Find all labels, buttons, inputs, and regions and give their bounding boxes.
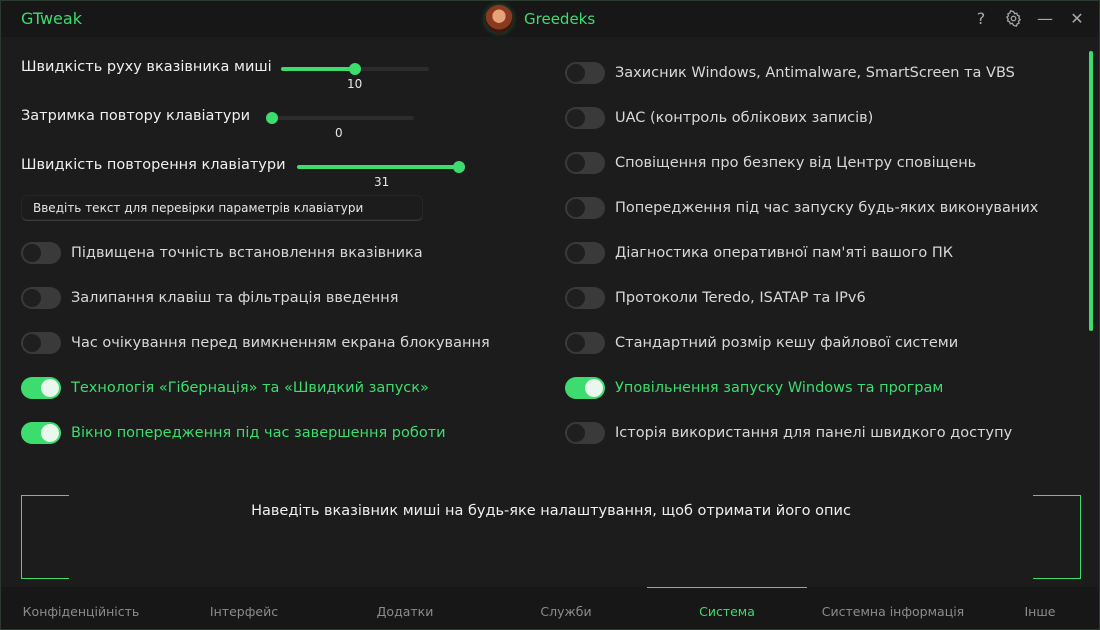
minimize-button[interactable]: — bbox=[1035, 7, 1055, 29]
toggle-row-shutdown-warning[interactable]: Вікно попередження під час завершення ро… bbox=[21, 421, 446, 445]
scrollbar[interactable] bbox=[1089, 51, 1093, 331]
toggle-switch[interactable] bbox=[565, 332, 605, 354]
key-repeat-delay-thumb[interactable] bbox=[266, 112, 278, 124]
toggle-knob bbox=[567, 109, 585, 127]
key-repeat-rate-fill bbox=[297, 165, 459, 169]
toggle-row-executable-warning[interactable]: Попередження під час запуску будь-яких в… bbox=[565, 196, 1038, 220]
toggle-row-sticky-keys[interactable]: Залипання клавіш та фільтрація введення bbox=[21, 286, 398, 310]
toggle-knob bbox=[567, 424, 585, 442]
toggle-row-windows-defender[interactable]: Захисник Windows, Antimalware, SmartScre… bbox=[565, 61, 1015, 85]
tab-system[interactable]: Система bbox=[647, 587, 807, 629]
help-icon[interactable]: ? bbox=[971, 7, 991, 29]
mouse-speed-thumb[interactable] bbox=[349, 63, 361, 75]
settings-gear-icon[interactable] bbox=[1003, 7, 1023, 29]
toggle-switch[interactable] bbox=[565, 377, 605, 399]
toggle-label: Сповіщення про безпеку від Центру сповіщ… bbox=[615, 155, 977, 171]
toggle-switch[interactable] bbox=[565, 287, 605, 309]
key-repeat-rate-thumb[interactable] bbox=[453, 161, 465, 173]
toggle-switch[interactable] bbox=[565, 107, 605, 129]
title-bar: GTweak Greedeks ? — ✕ bbox=[1, 1, 1099, 37]
toggle-label: Стандартний розмір кешу файлової системи bbox=[615, 335, 959, 351]
close-button[interactable]: ✕ bbox=[1067, 7, 1087, 29]
tab-services[interactable]: Служби bbox=[486, 587, 646, 629]
toggle-switch[interactable] bbox=[565, 422, 605, 444]
toggle-knob bbox=[567, 289, 585, 307]
toggle-knob bbox=[567, 244, 585, 262]
toggle-label: Технологія «Гібернація» та «Швидкий запу… bbox=[71, 380, 429, 396]
toggle-row-quick-access-history[interactable]: Історія використання для панелі швидкого… bbox=[565, 421, 1012, 445]
toggle-row-lock-screen-timeout[interactable]: Час очікування перед вимкненням екрана б… bbox=[21, 331, 490, 355]
keyboard-test-input[interactable] bbox=[21, 195, 423, 221]
tab-system-info[interactable]: Системна інформація bbox=[813, 587, 973, 629]
toggle-knob bbox=[23, 289, 41, 307]
key-repeat-delay-track[interactable] bbox=[266, 112, 414, 124]
toggle-knob bbox=[41, 379, 59, 397]
toggle-label: Залипання клавіш та фільтрація введення bbox=[71, 290, 399, 306]
toggle-row-teredo-protocols[interactable]: Протоколи Teredo, ISATAP та IPv6 bbox=[565, 286, 866, 310]
tab-apps[interactable]: Додатки bbox=[325, 587, 485, 629]
toggle-switch[interactable] bbox=[565, 242, 605, 264]
gtweak-window: GTweak Greedeks ? — ✕ Швидкість руху вка… bbox=[0, 0, 1100, 630]
toggle-row-uac[interactable]: UAC (контроль облікових записів) bbox=[565, 106, 873, 130]
window-controls: ? — ✕ bbox=[971, 7, 1087, 29]
bottom-tab-bar: Конфіденційність Інтерфейс Додатки Служб… bbox=[1, 587, 1099, 629]
toggle-switch[interactable] bbox=[21, 422, 61, 444]
toggle-row-security-notifications[interactable]: Сповіщення про безпеку від Центру сповіщ… bbox=[565, 151, 976, 175]
toggle-knob bbox=[567, 64, 585, 82]
mouse-speed-track[interactable] bbox=[281, 63, 429, 75]
key-repeat-rate-label: Швидкість повторення клавіатури bbox=[21, 157, 286, 173]
key-repeat-delay-value: 0 bbox=[335, 126, 343, 140]
toggle-knob bbox=[41, 424, 59, 442]
mouse-speed-fill bbox=[281, 67, 355, 71]
key-repeat-delay-label: Затримка повтору клавіатури bbox=[21, 108, 251, 124]
toggle-row-filesystem-cache[interactable]: Стандартний розмір кешу файлової системи bbox=[565, 331, 958, 355]
toggle-switch[interactable] bbox=[565, 152, 605, 174]
key-repeat-rate-track[interactable] bbox=[297, 161, 465, 173]
toggle-label: Попередження під час запуску будь-яких в… bbox=[615, 200, 1039, 216]
user-name: Greedeks bbox=[524, 10, 596, 28]
toggle-switch[interactable] bbox=[21, 242, 61, 264]
user-profile[interactable]: Greedeks bbox=[485, 4, 595, 34]
app-title: GTweak bbox=[21, 9, 82, 28]
toggle-row-pointer-precision[interactable]: Підвищена точність встановлення вказівни… bbox=[21, 241, 423, 265]
tab-other[interactable]: Інше bbox=[960, 587, 1099, 629]
key-repeat-rate-value: 31 bbox=[374, 175, 390, 189]
toggle-switch[interactable] bbox=[21, 377, 61, 399]
toggle-knob bbox=[23, 334, 41, 352]
tab-interface[interactable]: Інтерфейс bbox=[164, 587, 324, 629]
toggle-knob bbox=[567, 154, 585, 172]
toggle-knob bbox=[23, 244, 41, 262]
toggle-switch[interactable] bbox=[21, 332, 61, 354]
toggle-label: Історія використання для панелі швидкого… bbox=[615, 425, 1013, 441]
toggle-switch[interactable] bbox=[565, 62, 605, 84]
toggle-knob bbox=[567, 199, 585, 217]
toggle-label: Підвищена точність встановлення вказівни… bbox=[71, 245, 423, 261]
tab-privacy[interactable]: Конфіденційність bbox=[1, 587, 161, 629]
toggle-row-startup-delay[interactable]: Уповільнення запуску Windows та програм bbox=[565, 376, 943, 400]
user-avatar bbox=[485, 5, 513, 33]
toggle-label: Вікно попередження під час завершення ро… bbox=[71, 425, 446, 441]
description-text: Наведіть вказівник миші на будь-яке нала… bbox=[251, 503, 851, 519]
toggle-switch[interactable] bbox=[565, 197, 605, 219]
toggle-label: Діагностика оперативної пам'яті вашого П… bbox=[615, 245, 954, 261]
toggle-label: Захисник Windows, Antimalware, SmartScre… bbox=[615, 65, 1015, 81]
toggle-label: Уповільнення запуску Windows та програм bbox=[615, 380, 944, 396]
toggle-label: Протоколи Teredo, ISATAP та IPv6 bbox=[615, 290, 866, 306]
mouse-speed-value: 10 bbox=[347, 77, 363, 91]
toggle-knob bbox=[585, 379, 603, 397]
toggle-label: UAC (контроль облікових записів) bbox=[615, 110, 874, 126]
toggle-row-hibernation[interactable]: Технологія «Гібернація» та «Швидкий запу… bbox=[21, 376, 429, 400]
description-panel: Наведіть вказівник миші на будь-яке нала… bbox=[21, 495, 1081, 579]
toggle-switch[interactable] bbox=[21, 287, 61, 309]
mouse-speed-label: Швидкість руху вказівника миші bbox=[21, 59, 272, 75]
toggle-row-memory-diagnostics[interactable]: Діагностика оперативної пам'яті вашого П… bbox=[565, 241, 953, 265]
toggle-knob bbox=[567, 334, 585, 352]
toggle-label: Час очікування перед вимкненням екрана б… bbox=[71, 335, 490, 351]
